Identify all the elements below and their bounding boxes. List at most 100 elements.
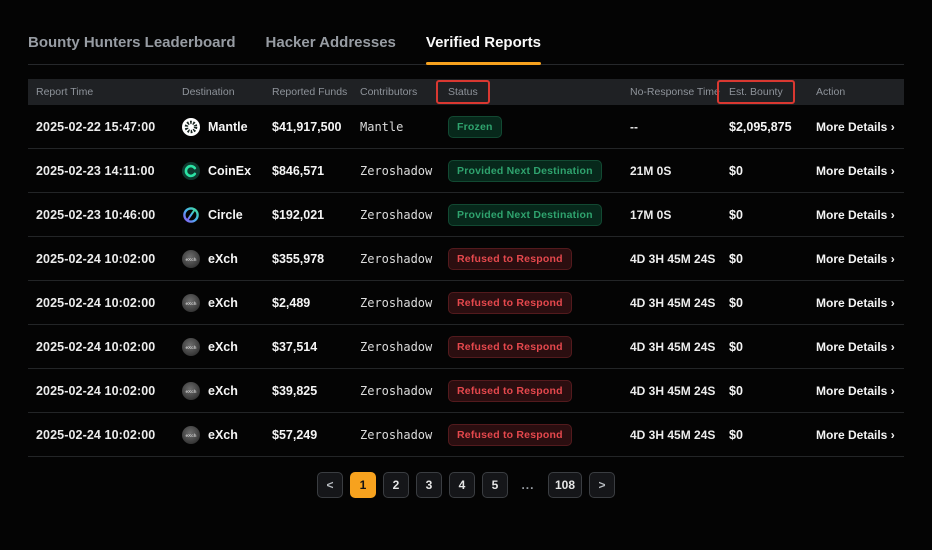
destination-name: eXch	[208, 428, 238, 442]
contributors: Zeroshadow	[352, 296, 440, 310]
reported-funds: $37,514	[264, 340, 352, 354]
report-time: 2025-02-24 10:02:00	[28, 252, 174, 266]
page-button-108[interactable]: 108	[548, 472, 582, 498]
contributors: Zeroshadow	[352, 384, 440, 398]
svg-text:eXch: eXch	[186, 301, 197, 306]
reported-funds: $57,249	[264, 428, 352, 442]
est-bounty: $0	[721, 428, 808, 442]
table-row: 2025-02-24 10:02:00 eXch eXch $57,249 Ze…	[28, 413, 904, 457]
contributors: Zeroshadow	[352, 164, 440, 178]
no-response-time: 21M 0S	[622, 164, 721, 178]
report-time: 2025-02-24 10:02:00	[28, 428, 174, 442]
table-header: Report Time Destination Reported Funds C…	[28, 79, 904, 105]
exch-logo-icon: eXch	[182, 382, 200, 400]
circle-logo-icon	[182, 206, 200, 224]
report-time: 2025-02-24 10:02:00	[28, 384, 174, 398]
status-badge: Refused to Respond	[448, 380, 572, 402]
report-time: 2025-02-22 15:47:00	[28, 120, 174, 134]
page-button-5[interactable]: 5	[482, 472, 508, 498]
report-time: 2025-02-23 10:46:00	[28, 208, 174, 222]
est-bounty: $0	[721, 384, 808, 398]
reported-funds: $192,021	[264, 208, 352, 222]
destination-name: eXch	[208, 252, 238, 266]
report-time: 2025-02-24 10:02:00	[28, 296, 174, 310]
circle-logo-icon	[182, 206, 200, 224]
mantle-logo-icon	[182, 118, 200, 136]
contributors: Zeroshadow	[352, 208, 440, 222]
reported-funds: $41,917,500	[264, 120, 352, 134]
exch-logo-icon: eXch	[182, 294, 200, 312]
contributors: Mantle	[352, 120, 440, 134]
column-header-destination: Destination	[174, 86, 264, 98]
page-button-3[interactable]: 3	[416, 472, 442, 498]
more-details-link[interactable]: More Details ›	[808, 340, 904, 354]
contributors: Zeroshadow	[352, 340, 440, 354]
reported-funds: $2,489	[264, 296, 352, 310]
table-row: 2025-02-22 15:47:00 Mantle $41,917,500 M…	[28, 105, 904, 149]
status-cell: Frozen	[440, 116, 622, 138]
more-details-link[interactable]: More Details ›	[808, 428, 904, 442]
destination-cell: eXch eXch	[174, 338, 264, 356]
page-button-4[interactable]: 4	[449, 472, 475, 498]
no-response-time: 4D 3H 45M 24S	[622, 340, 721, 354]
mantle-logo-icon	[182, 118, 200, 136]
page-button-2[interactable]: 2	[383, 472, 409, 498]
prev-page-button[interactable]: <	[317, 472, 343, 498]
exch-logo-icon: eXch	[182, 382, 200, 400]
table-row: 2025-02-24 10:02:00 eXch eXch $2,489 Zer…	[28, 281, 904, 325]
exch-logo-icon: eXch	[182, 426, 200, 444]
destination-cell: eXch eXch	[174, 294, 264, 312]
column-header-no-response-time: No-Response Time	[622, 86, 721, 98]
exch-logo-icon: eXch	[182, 294, 200, 312]
more-details-link[interactable]: More Details ›	[808, 120, 904, 134]
status-badge: Refused to Respond	[448, 292, 572, 314]
status-cell: Refused to Respond	[440, 248, 622, 270]
status-cell: Refused to Respond	[440, 336, 622, 358]
destination-cell: CoinEx	[174, 162, 264, 180]
column-header-report-time: Report Time	[28, 86, 174, 98]
column-header-action: Action	[808, 86, 904, 98]
column-header-label: Reported Funds	[272, 86, 347, 98]
column-header-label: Destination	[182, 86, 235, 98]
est-bounty: $0	[721, 164, 808, 178]
coinex-logo-icon	[182, 162, 200, 180]
status-badge: Refused to Respond	[448, 248, 572, 270]
status-cell: Provided Next Destination	[440, 160, 622, 182]
verified-reports-page: Bounty Hunters Leaderboard Hacker Addres…	[0, 34, 932, 498]
tab-hacker-addresses[interactable]: Hacker Addresses	[266, 34, 396, 64]
svg-text:eXch: eXch	[186, 433, 197, 438]
status-cell: Refused to Respond	[440, 292, 622, 314]
column-header-est-bounty: Est. Bounty	[721, 86, 808, 98]
coinex-logo-icon	[182, 162, 200, 180]
more-details-link[interactable]: More Details ›	[808, 384, 904, 398]
column-header-label: No-Response Time	[630, 86, 720, 98]
status-badge: Provided Next Destination	[448, 204, 602, 226]
destination-name: eXch	[208, 340, 238, 354]
reported-funds: $846,571	[264, 164, 352, 178]
more-details-link[interactable]: More Details ›	[808, 208, 904, 222]
more-details-link[interactable]: More Details ›	[808, 164, 904, 178]
table-row: 2025-02-23 14:11:00 CoinEx $846,571 Zero…	[28, 149, 904, 193]
column-header-reported-funds: Reported Funds	[264, 86, 352, 98]
destination-name: Mantle	[208, 120, 248, 134]
column-header-label: Report Time	[36, 86, 93, 98]
pagination-ellipsis: ...	[515, 472, 541, 498]
page-button-1[interactable]: 1	[350, 472, 376, 498]
no-response-time: 4D 3H 45M 24S	[622, 384, 721, 398]
more-details-link[interactable]: More Details ›	[808, 252, 904, 266]
exch-logo-icon: eXch	[182, 250, 200, 268]
highlight-box: Est. Bounty	[717, 80, 795, 104]
est-bounty: $0	[721, 208, 808, 222]
exch-logo-icon: eXch	[182, 338, 200, 356]
no-response-time: 4D 3H 45M 24S	[622, 428, 721, 442]
column-header-label: Contributors	[360, 86, 417, 98]
column-header-label: Action	[816, 86, 845, 98]
destination-cell: eXch eXch	[174, 426, 264, 444]
next-page-button[interactable]: >	[589, 472, 615, 498]
tab-bounty-hunters-leaderboard[interactable]: Bounty Hunters Leaderboard	[28, 34, 236, 64]
tab-verified-reports[interactable]: Verified Reports	[426, 34, 541, 64]
report-time: 2025-02-24 10:02:00	[28, 340, 174, 354]
destination-name: CoinEx	[208, 164, 251, 178]
table-row: 2025-02-24 10:02:00 eXch eXch $37,514 Ze…	[28, 325, 904, 369]
more-details-link[interactable]: More Details ›	[808, 296, 904, 310]
